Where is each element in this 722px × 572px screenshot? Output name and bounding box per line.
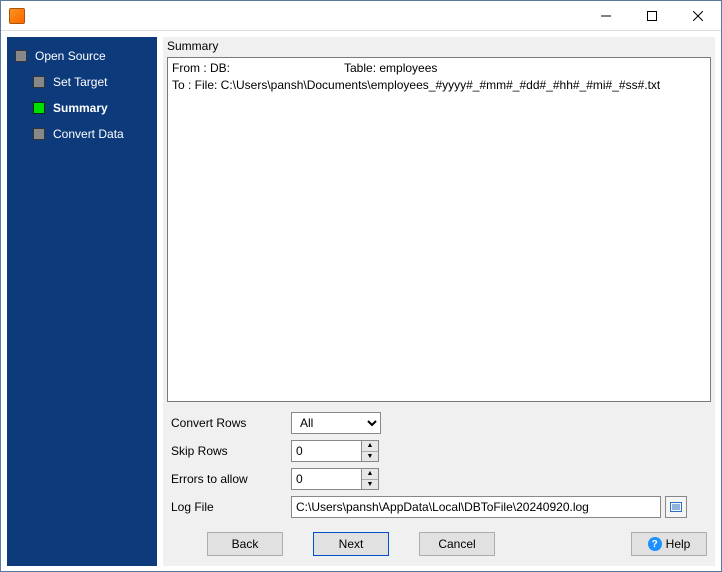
next-button[interactable]: Next [313, 532, 389, 556]
titlebar [1, 1, 721, 31]
sidebar-item-label: Open Source [35, 49, 106, 63]
log-file-label: Log File [171, 500, 281, 514]
sidebar-item-set-target[interactable]: Set Target [7, 69, 157, 95]
spinner-up-icon[interactable]: ▲ [362, 469, 378, 480]
minimize-button[interactable] [583, 1, 629, 31]
maximize-button[interactable] [629, 1, 675, 31]
step-icon [15, 50, 27, 62]
help-button[interactable]: ? Help [631, 532, 707, 556]
summary-to-line: To : File: C:\Users\pansh\Documents\empl… [172, 77, 660, 94]
errors-allow-label: Errors to allow [171, 472, 281, 486]
summary-from-table: Table: employees [344, 60, 437, 77]
options-form: Convert Rows All Skip Rows ▲ ▼ Errors to [171, 412, 707, 518]
help-icon: ? [648, 537, 662, 551]
step-icon [33, 128, 45, 140]
summary-textbox[interactable]: From : DB: Table: employees To : File: C… [167, 57, 711, 402]
convert-rows-select[interactable]: All [291, 412, 381, 434]
sidebar-item-label: Summary [53, 101, 108, 115]
skip-rows-input[interactable] [291, 440, 361, 462]
sidebar-item-label: Convert Data [53, 127, 124, 141]
errors-allow-input[interactable] [291, 468, 361, 490]
wizard-sidebar: Open Source Set Target Summary Convert D… [7, 37, 157, 566]
sidebar-item-label: Set Target [53, 75, 107, 89]
summary-group-label: Summary [163, 37, 715, 55]
cancel-button[interactable]: Cancel [419, 532, 495, 556]
browse-icon [669, 500, 683, 514]
log-file-input[interactable] [291, 496, 661, 518]
wizard-button-bar: Back Next Cancel ? Help [163, 522, 715, 566]
close-button[interactable] [675, 1, 721, 31]
skip-rows-spinner[interactable]: ▲ ▼ [291, 440, 381, 462]
errors-allow-spinner[interactable]: ▲ ▼ [291, 468, 381, 490]
app-icon [9, 8, 25, 24]
convert-rows-label: Convert Rows [171, 416, 281, 430]
step-icon [33, 102, 45, 114]
sidebar-item-summary[interactable]: Summary [7, 95, 157, 121]
skip-rows-label: Skip Rows [171, 444, 281, 458]
spinner-down-icon[interactable]: ▼ [362, 452, 378, 462]
main-panel: Summary From : DB: Table: employees To :… [163, 37, 715, 566]
back-button[interactable]: Back [207, 532, 283, 556]
spinner-up-icon[interactable]: ▲ [362, 441, 378, 452]
summary-from-prefix: From : DB: [172, 60, 264, 77]
sidebar-item-convert-data[interactable]: Convert Data [7, 121, 157, 147]
sidebar-item-open-source[interactable]: Open Source [7, 43, 157, 69]
browse-log-file-button[interactable] [665, 496, 687, 518]
spinner-down-icon[interactable]: ▼ [362, 480, 378, 490]
step-icon [33, 76, 45, 88]
